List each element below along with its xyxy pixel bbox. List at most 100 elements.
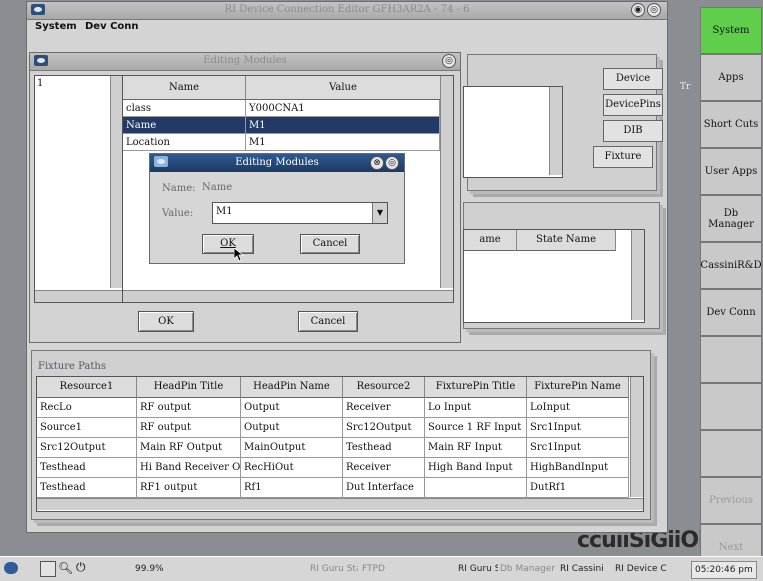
state-header-state-name[interactable]: State Name bbox=[517, 230, 616, 251]
taskbar-item[interactable]: RI Device C bbox=[615, 561, 685, 577]
sidebar-short-cuts-button[interactable]: Short Cuts bbox=[700, 101, 762, 148]
fixture-cell[interactable]: LoInput bbox=[527, 398, 629, 418]
fixture-cell[interactable] bbox=[425, 478, 527, 498]
fixture-cell[interactable]: Src12Output bbox=[343, 418, 425, 438]
fixture-cell[interactable]: RF output bbox=[137, 398, 241, 418]
tab-fixture[interactable]: Fixture bbox=[593, 146, 653, 168]
fixture-cell[interactable]: Src1Input bbox=[527, 438, 629, 458]
sidebar-cassinir-d-button[interactable]: CassiniR&D bbox=[700, 242, 762, 289]
fixture-cell[interactable]: Src1Input bbox=[527, 418, 629, 438]
module-row-value[interactable]: M1 bbox=[246, 134, 440, 151]
search-icon[interactable]: 🔍︎ bbox=[58, 561, 73, 575]
fixture-cell[interactable]: Testhead bbox=[343, 438, 425, 458]
fixture-grid-hscroll[interactable] bbox=[37, 498, 643, 510]
module-grid-vscroll[interactable] bbox=[440, 76, 453, 288]
module-row-name[interactable]: Name bbox=[123, 117, 246, 134]
module-row-name[interactable]: class bbox=[123, 100, 246, 117]
menu-dev-conn[interactable]: Dev Conn bbox=[85, 21, 139, 32]
maximize-icon[interactable]: ◎ bbox=[442, 54, 456, 68]
module-list[interactable]: 1 bbox=[34, 75, 124, 303]
fixture-header-1[interactable]: HeadPin Title bbox=[137, 377, 241, 398]
taskbar-item[interactable]: RI Cassini bbox=[560, 561, 612, 577]
sidebar-user-apps-button[interactable]: User Apps bbox=[700, 148, 762, 195]
fixture-cell[interactable]: DutRf1 bbox=[527, 478, 629, 498]
module-row-value[interactable]: M1 bbox=[246, 117, 440, 134]
fixture-cell[interactable]: MainOutput bbox=[241, 438, 343, 458]
modules-ok-button[interactable]: OK bbox=[138, 311, 194, 332]
fixture-cell[interactable]: HighBandInput bbox=[527, 458, 629, 478]
fixture-cell[interactable]: Lo Input bbox=[425, 398, 527, 418]
sidebar-empty-button[interactable] bbox=[700, 336, 762, 383]
fixture-cell[interactable]: Source 1 RF Input bbox=[425, 418, 527, 438]
fixture-cell[interactable]: Receiver bbox=[343, 398, 425, 418]
main-window-titlebar[interactable]: RI Device Connection Editor GFH3AR2A - 7… bbox=[27, 2, 667, 20]
fixture-cell[interactable]: Testhead bbox=[37, 458, 137, 478]
chevron-down-icon[interactable]: ▼ bbox=[372, 203, 387, 223]
modules-cancel-button[interactable]: Cancel bbox=[298, 311, 358, 332]
device-grid[interactable] bbox=[463, 86, 563, 178]
fixture-cell[interactable]: RecLo bbox=[37, 398, 137, 418]
fixture-grid-vscroll[interactable] bbox=[630, 377, 643, 497]
fixture-header-2[interactable]: HeadPin Name bbox=[241, 377, 343, 398]
sidebar-empty-button[interactable] bbox=[700, 383, 762, 430]
module-list-hscroll[interactable] bbox=[35, 290, 123, 302]
module-list-item[interactable]: 1 bbox=[37, 78, 43, 89]
tab-device-pins[interactable]: DevicePins bbox=[603, 94, 663, 116]
fixture-cell[interactable]: Receiver bbox=[343, 458, 425, 478]
taskbar-item[interactable]: RI Guru Sta bbox=[310, 561, 358, 577]
fixture-cell[interactable]: Src12Output bbox=[37, 438, 137, 458]
taskbar-item[interactable]: FTPD bbox=[362, 561, 402, 577]
network-icon[interactable] bbox=[4, 562, 18, 574]
fixture-paths-grid[interactable]: Resource1 HeadPin Title HeadPin Name Resour… bbox=[36, 376, 644, 512]
menu-system[interactable]: System bbox=[35, 21, 77, 32]
module-row-name[interactable]: Location bbox=[123, 134, 246, 151]
fixture-cell[interactable]: Output bbox=[241, 398, 343, 418]
sidebar-system-button[interactable]: System bbox=[700, 7, 762, 54]
maximize-icon[interactable]: ◎ bbox=[647, 3, 661, 17]
fixture-cell[interactable]: Dut Interface bbox=[343, 478, 425, 498]
tab-dib[interactable]: DIB bbox=[603, 120, 663, 142]
header-value[interactable]: Value bbox=[246, 76, 441, 100]
header-name[interactable]: Name bbox=[123, 76, 246, 100]
device-grid-scrollbar[interactable] bbox=[549, 87, 562, 175]
fixture-cell[interactable]: RF1 output bbox=[137, 478, 241, 498]
power-icon[interactable]: ⏻ bbox=[76, 560, 86, 575]
fixture-cell[interactable]: Rf1 bbox=[241, 478, 343, 498]
maximize-icon[interactable]: ◎ bbox=[385, 156, 399, 170]
fixture-header-4[interactable]: FixturePin Title bbox=[425, 377, 527, 398]
fixture-header-5[interactable]: FixturePin Name bbox=[527, 377, 629, 398]
sidebar-db-manager-button[interactable]: Db Manager bbox=[700, 195, 762, 242]
state-header-name[interactable]: ame bbox=[464, 230, 517, 251]
fixture-cell[interactable]: Testhead bbox=[37, 478, 137, 498]
edit-dialog-titlebar[interactable]: Editing Modules ⊗ ◎ bbox=[150, 154, 404, 172]
sidebar-apps-button[interactable]: Apps bbox=[700, 54, 762, 101]
sidebar-previous-button[interactable]: Previous bbox=[700, 477, 762, 524]
home-icon[interactable] bbox=[40, 561, 56, 577]
fixture-header-3[interactable]: Resource2 bbox=[343, 377, 425, 398]
tab-device[interactable]: Device bbox=[603, 68, 663, 90]
module-row-value[interactable]: Y000CNA1 bbox=[246, 100, 440, 117]
dialog-cancel-button[interactable]: Cancel bbox=[300, 234, 360, 254]
sidebar-dev-conn-button[interactable]: Dev Conn bbox=[700, 289, 762, 336]
fixture-cell[interactable]: Output bbox=[241, 418, 343, 438]
fixture-cell[interactable]: Hi Band Receiver Out bbox=[137, 458, 241, 478]
fixture-cell[interactable]: RF output bbox=[137, 418, 241, 438]
fixture-cell[interactable]: Main RF Output bbox=[137, 438, 241, 458]
sidebar-empty-button[interactable] bbox=[700, 430, 762, 477]
dialog-ok-button[interactable]: OK bbox=[202, 234, 254, 254]
minimize-icon[interactable]: ◉ bbox=[631, 3, 645, 17]
fixture-header-0[interactable]: Resource1 bbox=[37, 377, 137, 398]
value-combobox[interactable]: M1 ▼ bbox=[212, 202, 388, 224]
editing-modules-titlebar[interactable]: Editing Modules ◎ bbox=[30, 53, 460, 71]
close-icon[interactable]: ⊗ bbox=[370, 156, 384, 170]
taskbar-item[interactable]: RI Guru Se bbox=[458, 561, 498, 577]
fixture-cell[interactable]: Main RF Input bbox=[425, 438, 527, 458]
fixture-cell[interactable]: RecHiOut bbox=[241, 458, 343, 478]
module-grid-hscroll[interactable] bbox=[123, 290, 453, 302]
fixture-cell[interactable]: Source1 bbox=[37, 418, 137, 438]
value-input[interactable]: M1 bbox=[216, 206, 233, 217]
state-grid-scrollbar[interactable] bbox=[631, 230, 644, 320]
fixture-cell[interactable]: High Band Input bbox=[425, 458, 527, 478]
taskbar-item[interactable]: Db Manager - bbox=[500, 561, 558, 577]
state-grid[interactable]: ame State Name bbox=[463, 229, 645, 323]
